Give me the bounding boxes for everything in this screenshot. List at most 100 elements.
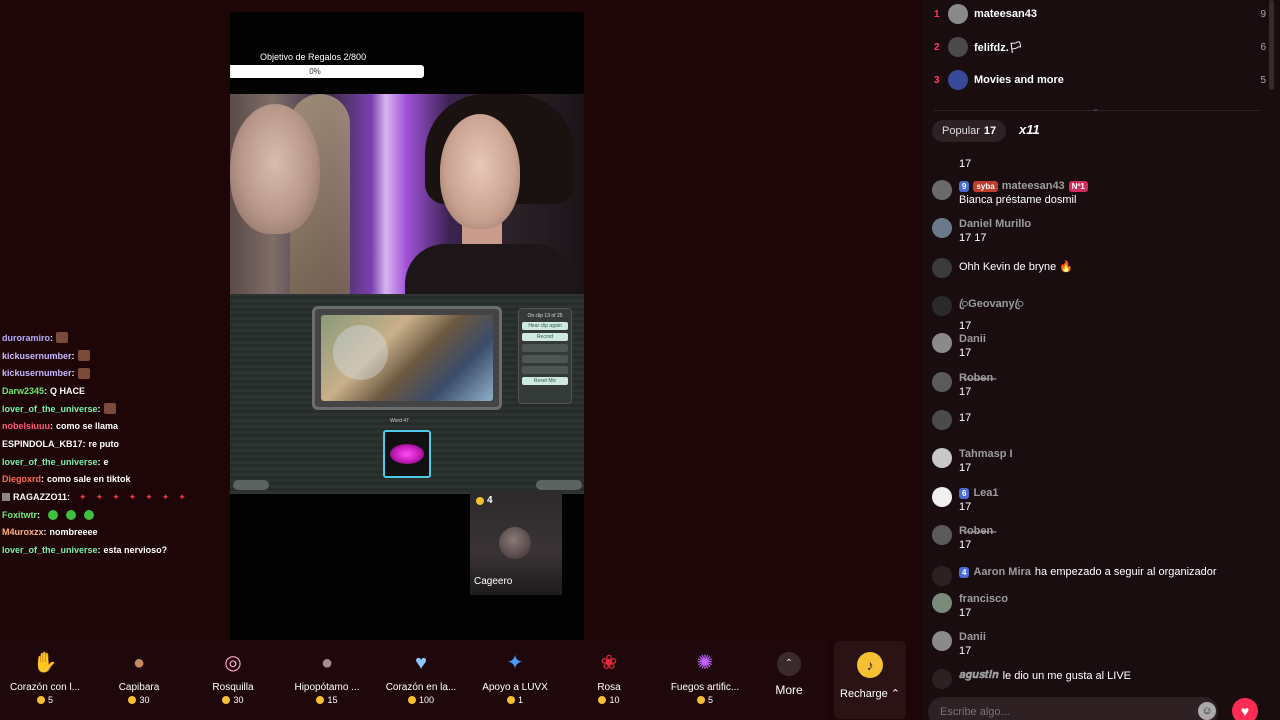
overlay-chat-user: kickusernumber xyxy=(2,368,72,379)
overlay-chat-row: nobelsiuuu : como se llama xyxy=(2,417,222,435)
emote-icon: ✦ xyxy=(161,491,170,502)
overlay-chat-message: esta nervioso? xyxy=(103,545,168,556)
expand-ranking-icon[interactable]: ⌄ xyxy=(1092,104,1099,113)
chat-message[interactable]: ꦿGeovanyꦿ 17 xyxy=(932,296,1268,332)
avatar[interactable] xyxy=(932,631,952,651)
chat-message-text: 17 xyxy=(959,158,972,170)
chat-message[interactable]: 𝒂𝒈𝒖𝒔𝒕𝒊𝒏 le dio un me gusta al LIVE xyxy=(932,669,1268,689)
avatar[interactable] xyxy=(932,180,952,200)
gift-price: 1 xyxy=(470,695,560,705)
chat-message[interactable]: 6 Lea1 17 xyxy=(932,487,1268,513)
chat-message[interactable]: Daniel Murillo 17 17 xyxy=(932,218,1268,244)
avatar[interactable] xyxy=(932,593,952,613)
ranking-row[interactable]: 3 Movies and more 5 xyxy=(922,69,1266,91)
avatar[interactable] xyxy=(932,566,952,586)
chat-message[interactable]: Danii 17 xyxy=(932,631,1268,657)
overlay-chat-user: Diegoxrd xyxy=(2,474,42,485)
gift-item[interactable]: ♥ Corazón en la... 100 xyxy=(376,650,466,714)
chat-message[interactable]: 9 syba mateesan43 Nº1 Bianca préstame dosmil xyxy=(932,180,1268,206)
gift-name: Rosquilla xyxy=(212,682,254,693)
like-heart-icon[interactable]: ♥ xyxy=(1232,698,1258,720)
chat-message-header: 𝒂𝒈𝒖𝒔𝒕𝒊𝒏 le dio un me gusta al LIVE xyxy=(959,669,1268,682)
gift-price: 30 xyxy=(188,695,278,705)
webcam-feed xyxy=(230,94,584,294)
overlay-chat-separator: : xyxy=(97,545,101,556)
ranking-row[interactable]: 1 mateesan43 9 xyxy=(922,3,1266,25)
chat-input[interactable] xyxy=(928,697,1218,720)
avatar[interactable] xyxy=(932,333,952,353)
coin-icon xyxy=(696,696,705,704)
chat-message-body: R̶o̶b̶e̶n̶ 17 xyxy=(959,372,1268,398)
overlay-chat-row: ESPINDOLA_KB17 : re puto xyxy=(2,435,222,453)
avatar[interactable] xyxy=(932,410,952,430)
chat-username: Daniel Murillo xyxy=(959,218,1032,230)
coin-icon xyxy=(36,696,45,704)
rank-username: felifdz.🏳 xyxy=(974,41,1023,54)
luvx-icon: ✦ xyxy=(506,652,524,674)
emote-icon: ✦ xyxy=(178,491,186,502)
gift-price-value: 30 xyxy=(139,695,150,705)
avatar[interactable] xyxy=(932,669,952,689)
chat-message[interactable]: Danii 17 xyxy=(932,333,1268,359)
chat-message[interactable]: 17 xyxy=(932,410,1268,430)
sidebar-scrollbar[interactable] xyxy=(1269,0,1274,90)
chat-message[interactable]: 17 xyxy=(932,156,1268,170)
rank-username: Movies and more xyxy=(974,74,1064,86)
overlay-chat-user: nobelsiuuu xyxy=(2,421,50,432)
chat-message[interactable]: Tahmasp I 17 xyxy=(932,448,1268,474)
coin-icon xyxy=(506,696,515,704)
emote-icon xyxy=(77,367,90,379)
chat-message[interactable]: Ohh Kevin de bryne 🔥 xyxy=(932,258,1268,278)
overlay-chat-separator: : xyxy=(97,456,101,467)
avatar[interactable] xyxy=(932,372,952,392)
avatar[interactable] xyxy=(932,525,952,545)
gift-name: Corazón con l... xyxy=(9,682,81,693)
guest-panel[interactable]: 4 Cageero xyxy=(470,491,562,595)
chat-username: Tahmasp I xyxy=(959,448,1013,460)
gift-bar: ✋ Corazón con l... 5 ● Capibara 30 ◎ Rosquilla 3… xyxy=(0,640,826,720)
gift-item[interactable]: ● Hipopótamo ... 15 xyxy=(282,650,372,714)
chat-message[interactable]: francisco 17 xyxy=(932,593,1268,619)
overlay-chat-row: Diegoxrd : como sale en tiktok xyxy=(2,471,222,489)
chat-message-header: R̶o̶b̶e̶n̶ xyxy=(959,372,1268,384)
recharge-label: Recharge ⌃ xyxy=(840,688,900,700)
chat-message-text: 17 xyxy=(959,501,972,513)
avatar[interactable] xyxy=(932,487,952,507)
avatar xyxy=(948,37,968,57)
overlay-chat-row: RAGAZZO11 : ✦ ✦ ✦ ✦ ✦ ✦ ✦ xyxy=(2,488,222,506)
emote-icon xyxy=(48,509,58,520)
overlay-chat-user: RAGAZZO11 xyxy=(13,492,68,503)
chat-message[interactable]: 4 Aaron Mira ha empezado a seguir al organ… xyxy=(932,566,1268,586)
chat-message-text: 17 xyxy=(959,539,972,551)
chat-message[interactable]: R̶o̶b̶e̶n̶ 17 xyxy=(932,372,1268,398)
ranking-row[interactable]: 2 felifdz.🏳 6 xyxy=(922,36,1266,58)
chat-message-text: 17 xyxy=(959,386,972,398)
gift-item[interactable]: ❀ Rosa 10 xyxy=(564,650,654,714)
gift-item[interactable]: ● Capibara 30 xyxy=(94,650,184,714)
game-back-button xyxy=(233,480,269,490)
hear-clip-button: Hear clip again xyxy=(522,322,568,330)
guest-coin-count: 4 xyxy=(476,495,493,506)
gift-goal-percent: 0% xyxy=(309,67,321,76)
popular-badge[interactable]: Popular 17 xyxy=(932,120,1007,142)
gift-price: 15 xyxy=(282,695,372,705)
avatar[interactable] xyxy=(932,296,952,316)
emote-icon: ✦ xyxy=(79,491,87,502)
emote-icon: ✦ xyxy=(112,491,120,502)
emoji-icon[interactable]: ☺ xyxy=(1198,702,1216,720)
avatar[interactable] xyxy=(932,448,952,468)
gift-item[interactable]: ✋ Corazón con l... 5 xyxy=(0,650,90,714)
more-gifts-button[interactable]: ⌃ More xyxy=(764,652,814,697)
recharge-button[interactable]: ♪ Recharge ⌃ xyxy=(834,641,906,719)
chat-message-body: Danii 17 xyxy=(959,631,1268,657)
game-panel-button-5 xyxy=(522,366,568,374)
gift-item[interactable]: ✺ Fuegos artific... 5 xyxy=(660,650,750,714)
overlay-chat-message: Q HACE xyxy=(50,385,86,396)
gift-item[interactable]: ◎ Rosquilla 30 xyxy=(188,650,278,714)
chat-message[interactable]: R̶o̶b̶e̶n̶ 17 xyxy=(932,525,1268,551)
avatar[interactable] xyxy=(932,218,952,238)
overlay-chat-row: kickusernumber : xyxy=(2,364,222,382)
avatar[interactable] xyxy=(932,258,952,278)
overlay-chat-message: como se llama xyxy=(56,421,119,432)
gift-item[interactable]: ✦ Apoyo a LUVX 1 xyxy=(470,650,560,714)
